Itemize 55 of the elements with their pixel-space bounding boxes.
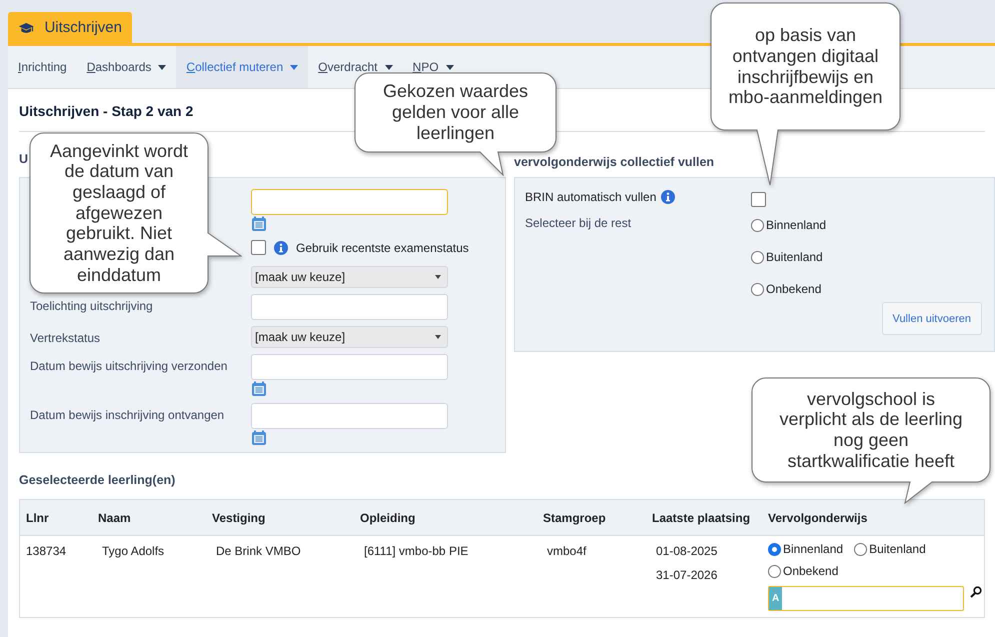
column-header: Llnr	[25, 510, 50, 524]
section-title: U	[19, 152, 28, 168]
table-cell-text: 31-07-2026	[656, 568, 718, 582]
calendar-icon[interactable]	[251, 430, 267, 446]
column-header: Naam	[97, 510, 132, 524]
speech-bubble-tooltip: Aangevinkt wordt de datum van geslaagd of afgewezen gebruikt. Niet aanwezig dan einddatum	[29, 132, 242, 294]
info-icon[interactable]	[661, 190, 676, 204]
radio-option[interactable]: Binnenland	[768, 542, 844, 556]
table-cell: Tygo Adolfs	[102, 544, 164, 558]
checkbox[interactable]	[251, 240, 266, 255]
radio-option[interactable]: Onbekend	[768, 564, 838, 578]
table-cell: [6111] vmbo-bb PIE	[364, 544, 468, 558]
radio-option[interactable]: Buitenland	[751, 250, 826, 264]
column-header: Vestiging	[211, 510, 266, 524]
search-icon[interactable]	[970, 586, 982, 598]
caret-icon	[435, 275, 441, 279]
radio-option[interactable]: Buitenland	[854, 542, 926, 556]
column-header: Laatste plaatsing	[651, 510, 752, 524]
dropdown[interactable]: [maak uw keuze]	[251, 326, 448, 348]
radio-option[interactable]: Binnenland	[751, 218, 826, 232]
section-title: Geselecteerde leerling(en)	[19, 473, 176, 489]
section-title: vervolgonderwijs collectief vullen	[514, 155, 714, 171]
table-cell: vmbo4f	[547, 544, 586, 558]
speech-bubble-tooltip: vervolgschool is verplicht als de leerling nog geen startkwalificatie heeft	[751, 377, 991, 504]
input-field[interactable]	[251, 294, 448, 320]
column-header: Vervolgonderwijs	[767, 510, 868, 524]
tab[interactable]: Uitschrijven	[8, 12, 132, 43]
column-header: Stamgroep	[542, 510, 607, 524]
checkbox[interactable]	[751, 192, 766, 207]
date-field[interactable]	[251, 189, 448, 215]
fill-button[interactable]: Vullen uitvoeren	[882, 302, 982, 335]
radio-option[interactable]: Onbekend	[751, 282, 826, 296]
table-cell: De Brink VMBO	[216, 544, 301, 558]
badge: A	[769, 587, 782, 610]
field-label: Vertrekstatus	[30, 331, 100, 345]
nav-menu-item[interactable]: Collectief muteren	[176, 46, 308, 88]
table-cell: 138734	[26, 544, 66, 558]
field-label: Toelichting uitschrijving	[30, 299, 153, 313]
nav-menu-item[interactable]: Inrichting	[8, 46, 77, 88]
checkbox-label: Gebruik recentste examenstatus	[296, 240, 469, 254]
calendar-icon[interactable]	[251, 216, 267, 232]
field-label: Datum bewijs uitschrijving verzonden	[30, 359, 228, 373]
date-field[interactable]	[251, 354, 448, 380]
calendar-icon[interactable]	[251, 381, 267, 397]
field-label: BRIN automatisch vullen	[525, 190, 656, 204]
date-field[interactable]	[251, 403, 448, 429]
field-label: Selecteer bij de rest	[525, 216, 632, 230]
caret-icon	[435, 335, 441, 339]
field-label: Datum bewijs inschrijving ontvangen	[30, 408, 224, 422]
nav-menu-item[interactable]: Dashboards	[76, 46, 176, 88]
column-header: Opleiding	[359, 510, 416, 524]
table-cell-text: 01-08-2025	[656, 544, 718, 558]
info-icon[interactable]	[274, 240, 288, 254]
dropdown[interactable]: [maak uw keuze]	[251, 266, 448, 288]
graduation-cap-icon	[18, 20, 34, 34]
